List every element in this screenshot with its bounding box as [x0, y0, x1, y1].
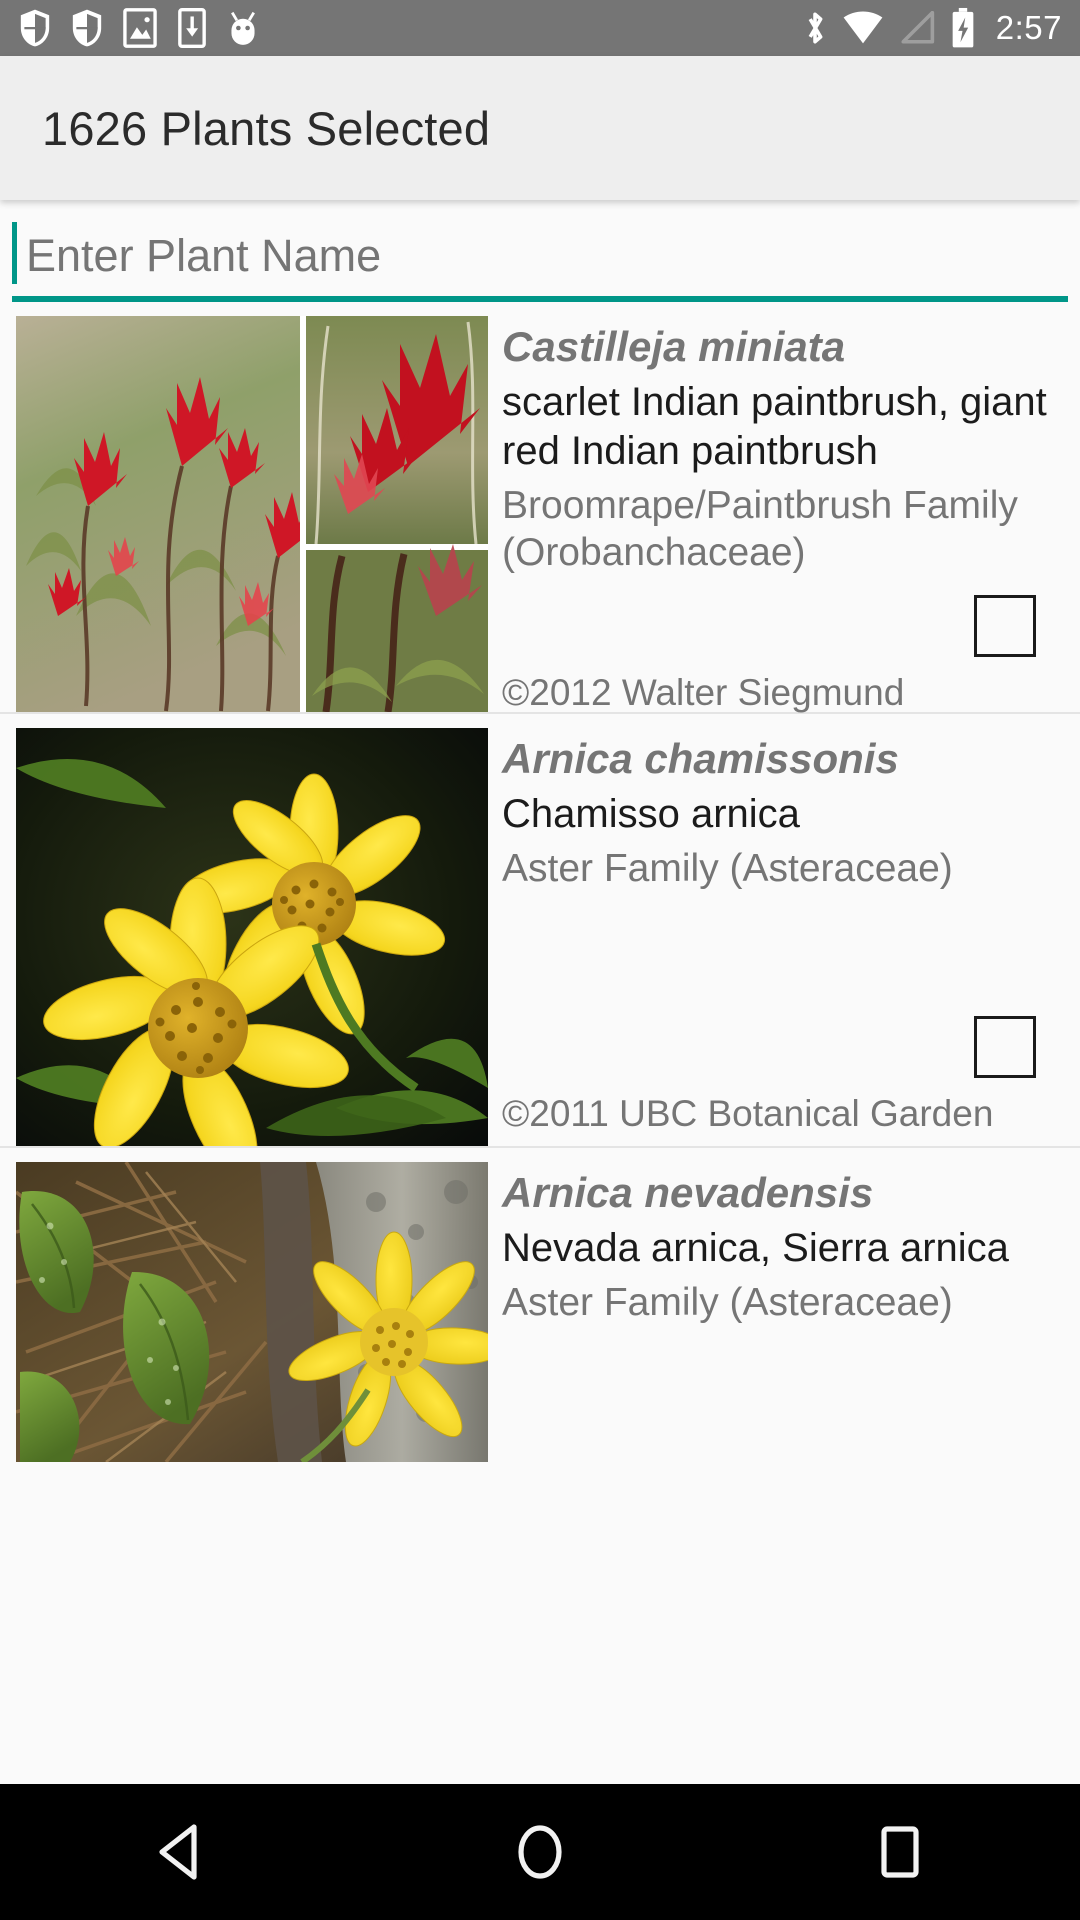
home-button[interactable] [450, 1784, 630, 1920]
page-title: 1626 Plants Selected [42, 101, 491, 155]
search-input[interactable]: Enter Plant Name [12, 214, 1068, 296]
search-container: Enter Plant Name [0, 200, 1080, 302]
photo-credit: ©2012 Walter Siegmund [502, 671, 905, 713]
plant-family: Broomrape/Paintbrush Family (Orobanchace… [502, 483, 1018, 575]
plant-thumbnail-container [0, 1148, 488, 1474]
recents-icon [881, 1826, 919, 1878]
plant-thumbnail-container [0, 302, 488, 724]
common-names: Chamisso arnica [502, 792, 800, 837]
list-item[interactable]: Castilleja miniata scarlet Indian paintb… [0, 302, 1080, 714]
list-item[interactable]: Arnica chamissonis Chamisso arnica Aster… [0, 714, 1080, 1148]
back-icon [159, 1824, 197, 1880]
bluetooth-icon [808, 12, 823, 44]
select-plant-checkbox[interactable] [974, 594, 1036, 657]
common-names: Nevada arnica, Sierra arnica [502, 1226, 1009, 1271]
text-cursor [12, 222, 17, 284]
status-bar-right-icons: 2:57 [802, 7, 1062, 49]
select-plant-checkbox[interactable] [974, 1015, 1036, 1078]
phone-screen: 2:57 1626 Plants Selected Enter Plant Na… [0, 0, 1080, 1920]
plant-thumbnail-container [0, 714, 488, 1158]
scientific-name: Castilleja miniata [502, 323, 846, 370]
status-bar-clock: 2:57 [995, 9, 1062, 46]
android-navigation-bar [0, 1784, 1080, 1920]
list-item[interactable]: Arnica nevadensis Nevada arnica, Sierra … [0, 1148, 1080, 1478]
plant-info: Arnica chamissonis Chamisso arnica Aster… [488, 714, 1080, 1146]
image-icon [123, 8, 157, 48]
plant-list: Castilleja miniata scarlet Indian paintb… [0, 302, 1080, 1478]
shield-icon [72, 9, 102, 47]
status-bar-left-icons [18, 8, 802, 48]
app-bar: 1626 Plants Selected [0, 56, 1080, 200]
plant-info: Castilleja miniata scarlet Indian paintb… [488, 302, 1080, 725]
plant-photo [16, 728, 488, 1146]
search-placeholder-text: Enter Plant Name [26, 229, 382, 281]
plant-info: Arnica nevadensis Nevada arnica, Sierra … [488, 1148, 1080, 1478]
wifi-icon [843, 11, 883, 44]
cell-signal-icon [901, 11, 934, 44]
scrollable-content[interactable]: Enter Plant Name Castilleja miniata scar… [0, 200, 1080, 1920]
home-icon [518, 1825, 562, 1879]
scientific-name: Arnica nevadensis [502, 1169, 874, 1216]
shield-icon [20, 9, 50, 47]
status-bar: 2:57 [0, 0, 1080, 56]
battery-charging-icon [952, 7, 974, 48]
plant-family: Aster Family (Asteraceae) [502, 1280, 953, 1324]
back-button[interactable] [90, 1784, 270, 1920]
common-names: scarlet Indian paintbrush, giant red Ind… [502, 380, 1047, 473]
plant-photo [16, 316, 488, 712]
plant-photo [16, 1162, 488, 1462]
photo-credit: ©2011 UBC Botanical Garden [502, 1092, 994, 1134]
recents-button[interactable] [810, 1784, 990, 1920]
download-icon [178, 8, 206, 48]
android-icon [231, 11, 255, 45]
plant-family: Aster Family (Asteraceae) [502, 846, 953, 890]
scientific-name: Arnica chamissonis [502, 735, 899, 782]
